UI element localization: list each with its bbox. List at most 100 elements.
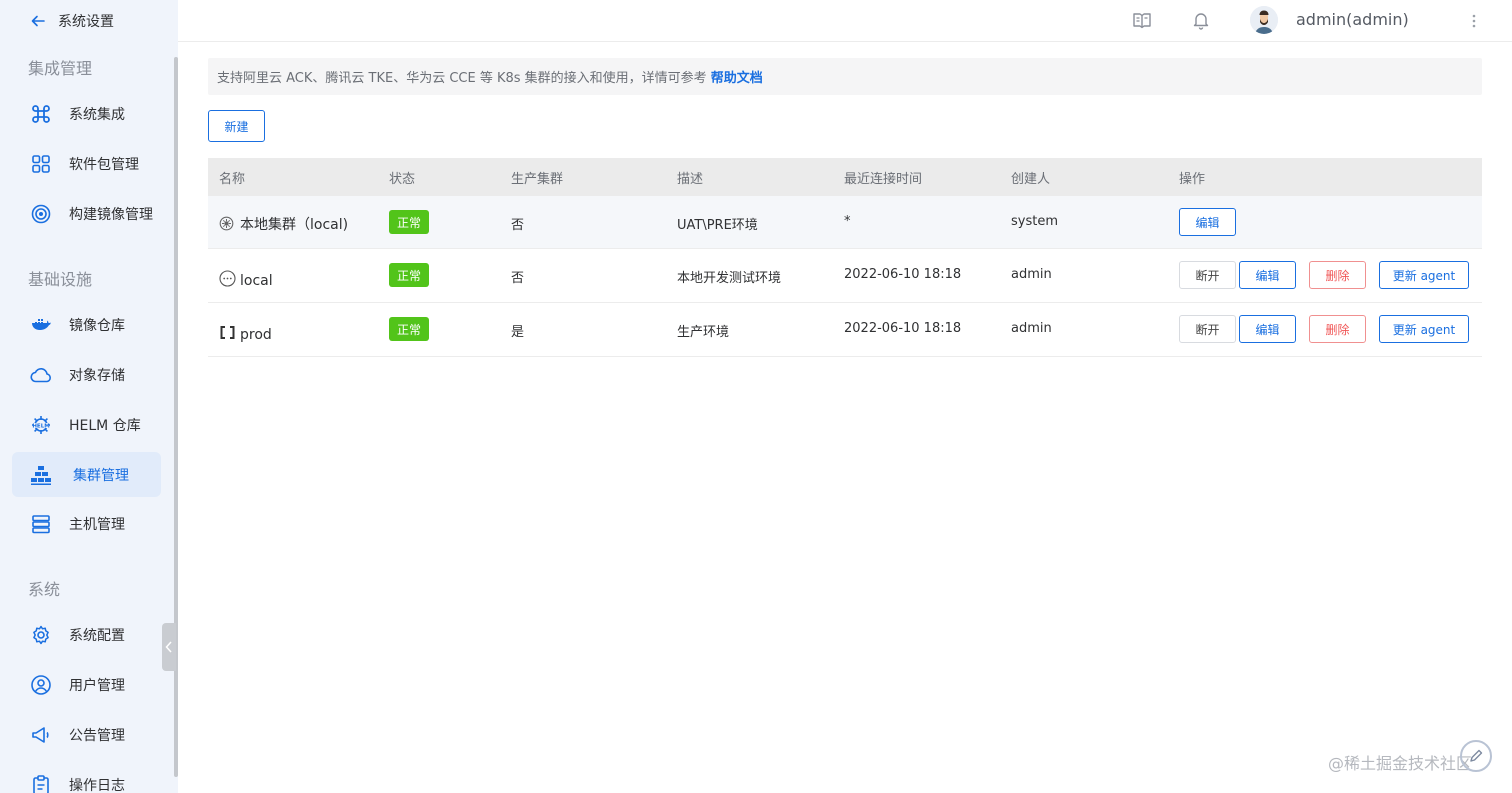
help-doc-link[interactable]: 帮助文档 <box>711 67 763 86</box>
sidebar-item-system-integration[interactable]: 系统集成 <box>12 91 161 136</box>
creator-cell: system <box>1011 214 1058 229</box>
sidebar-item-label: 镜像仓库 <box>69 317 125 334</box>
book-icon[interactable] <box>1132 10 1152 30</box>
cluster-name-cell: prod <box>219 321 272 343</box>
status-badge: 正常 <box>389 317 430 341</box>
command-icon <box>30 103 52 125</box>
production-cell: 否 <box>511 271 525 286</box>
creator-cell: admin <box>1011 267 1052 282</box>
edit-button[interactable]: 编辑 <box>1239 261 1296 289</box>
cloud-icon <box>30 364 52 386</box>
edit-button[interactable]: 编辑 <box>1239 315 1296 343</box>
gear-icon <box>30 624 52 646</box>
cluster-name: local <box>240 273 273 289</box>
sidebar-item-label: 操作日志 <box>69 777 125 793</box>
docker-icon <box>30 314 52 336</box>
sidebar-collapse-button[interactable] <box>162 623 176 671</box>
edit-button[interactable]: 编辑 <box>1179 208 1236 236</box>
group-title-integration: 集成管理 <box>28 59 93 78</box>
description-cell: 生产环境 <box>677 325 730 340</box>
more-icon[interactable] <box>1470 12 1478 30</box>
info-tip: 支持阿里云 ACK、腾讯云 TKE、华为云 CCE 等 K8s 集群的接入和使用… <box>208 58 1482 95</box>
last-connected-cell: 2022-06-10 18:18 <box>844 321 962 336</box>
column-header: 最近连接时间 <box>844 172 923 187</box>
watermark: @稀土掘金技术社区 <box>1328 754 1473 773</box>
chevron-left-icon <box>165 641 172 653</box>
sidebar-item-label: 系统集成 <box>69 106 125 123</box>
cluster-name: prod <box>240 327 272 343</box>
dots-circle-icon <box>219 269 236 287</box>
sidebar-item-label: 构建镜像管理 <box>69 206 153 223</box>
cluster-table: 名称 状态 生产集群 描述 最近连接时间 创建人 操作 本地集群（local) … <box>208 158 1482 357</box>
column-header: 状态 <box>389 172 416 187</box>
disconnect-button[interactable]: 断开 <box>1179 261 1236 289</box>
sidebar: 系统设置 集成管理 系统集成 软件包管理 构建镜像管理 基础设施 镜像仓库 对象… <box>0 0 178 793</box>
back-label: 系统设置 <box>58 14 114 30</box>
sidebar-item-label: 用户管理 <box>69 677 125 694</box>
sidebar-item-image-registry[interactable]: 镜像仓库 <box>12 302 161 347</box>
sidebar-item-system-config[interactable]: 系统配置 <box>12 612 161 657</box>
sidebar-item-object-storage[interactable]: 对象存储 <box>12 352 161 397</box>
column-header: 操作 <box>1179 172 1206 187</box>
sidebar-item-package-management[interactable]: 软件包管理 <box>12 141 161 186</box>
sidebar-item-label: 对象存储 <box>69 367 125 384</box>
last-connected-cell: 2022-06-10 18:18 <box>844 267 962 282</box>
sidebar-item-helm-repo[interactable]: HELM HELM 仓库 <box>12 402 161 447</box>
cluster-icon <box>30 464 52 486</box>
description-cell: 本地开发测试环境 <box>677 271 782 286</box>
sidebar-item-announcement[interactable]: 公告管理 <box>12 712 161 757</box>
edit-float-button[interactable] <box>1460 740 1492 772</box>
svg-text:HELM: HELM <box>32 423 49 429</box>
target-icon <box>30 203 52 225</box>
sidebar-item-label: 软件包管理 <box>69 156 139 173</box>
delete-button[interactable]: 删除 <box>1309 261 1366 289</box>
helm-wheel-icon <box>219 216 236 233</box>
group-title-system: 系统 <box>28 580 61 599</box>
column-header: 生产集群 <box>511 172 564 187</box>
production-cell: 否 <box>511 218 525 233</box>
new-cluster-button[interactable]: 新建 <box>208 110 265 142</box>
sidebar-item-label: 系统配置 <box>69 627 125 644</box>
sidebar-item-host-management[interactable]: 主机管理 <box>12 501 161 546</box>
description-cell: UAT\PRE环境 <box>677 218 758 233</box>
cluster-name: 本地集群（local) <box>240 217 349 233</box>
delete-button[interactable]: 删除 <box>1309 315 1366 343</box>
sidebar-item-build-image[interactable]: 构建镜像管理 <box>12 191 161 236</box>
username[interactable]: admin(admin) <box>1296 10 1409 29</box>
sidebar-item-operation-log[interactable]: 操作日志 <box>12 762 161 793</box>
server-icon <box>30 513 52 535</box>
creator-cell: admin <box>1011 321 1052 336</box>
clipboard-icon <box>30 774 52 793</box>
status-badge: 正常 <box>389 210 430 234</box>
update-agent-button[interactable]: 更新 agent <box>1379 315 1469 343</box>
table-row: 本地集群（local) 正常 否 UAT\PRE环境 * system 编辑 <box>208 196 1482 249</box>
sidebar-item-label: 集群管理 <box>73 467 129 484</box>
disconnect-button[interactable]: 断开 <box>1179 315 1236 343</box>
arrow-left-icon <box>30 12 48 30</box>
update-agent-button[interactable]: 更新 agent <box>1379 261 1469 289</box>
table-row: prod 正常 是 生产环境 2022-06-10 18:18 admin 断开… <box>208 303 1482 357</box>
avatar[interactable] <box>1250 6 1278 34</box>
sidebar-item-label: 主机管理 <box>69 516 125 533</box>
sidebar-item-user-management[interactable]: 用户管理 <box>12 662 161 707</box>
group-title-infrastructure: 基础设施 <box>28 270 93 289</box>
bracket-icon <box>219 324 236 341</box>
status-badge: 正常 <box>389 263 430 287</box>
back-to-settings[interactable]: 系统设置 <box>30 10 114 32</box>
cluster-name-cell: 本地集群（local) <box>219 214 348 234</box>
user-icon <box>30 674 52 696</box>
sidebar-item-label: HELM 仓库 <box>69 417 141 434</box>
last-connected-cell: * <box>844 214 851 229</box>
sidebar-item-label: 公告管理 <box>69 727 125 744</box>
table-header: 名称 状态 生产集群 描述 最近连接时间 创建人 操作 <box>208 158 1482 196</box>
production-cell: 是 <box>511 325 525 340</box>
table-row: local 正常 否 本地开发测试环境 2022-06-10 18:18 adm… <box>208 249 1482 303</box>
pencil-icon <box>1470 749 1483 762</box>
column-header: 创建人 <box>1011 172 1051 187</box>
bell-icon[interactable] <box>1191 10 1211 30</box>
sidebar-item-cluster-management[interactable]: 集群管理 <box>12 452 161 497</box>
grid-icon <box>30 153 52 175</box>
column-header: 名称 <box>219 172 246 187</box>
column-header: 描述 <box>677 172 704 187</box>
helm-icon: HELM <box>30 414 52 436</box>
